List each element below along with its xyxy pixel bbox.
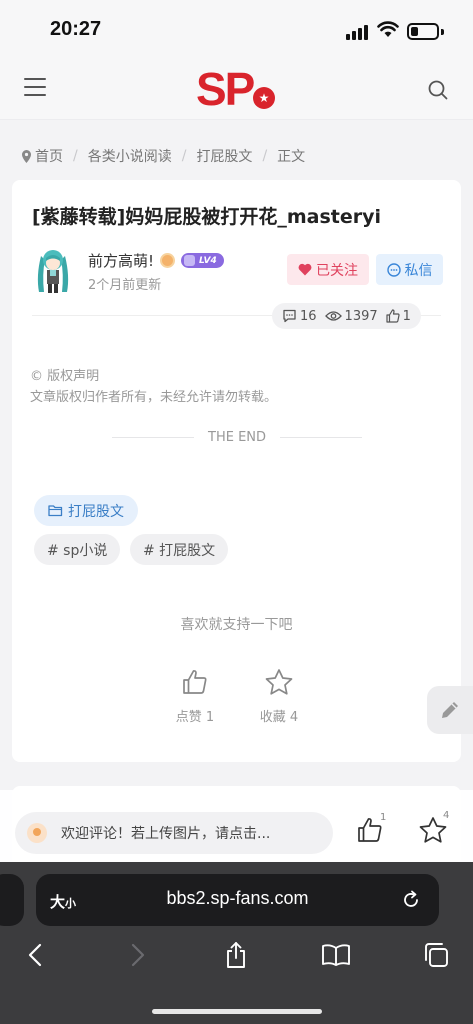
thumbs-up-icon <box>183 670 207 694</box>
breadcrumb-current: 正文 <box>277 149 306 165</box>
copyright-notice: © 版权声明 文章版权归作者所有，未经允许请勿转载。 <box>30 366 277 408</box>
battery-icon <box>407 23 439 40</box>
message-icon <box>386 262 401 277</box>
breadcrumb-category[interactable]: 打屁股文 <box>196 146 252 166</box>
tag-spanking[interactable]: # 打屁股文 <box>130 534 229 565</box>
category-tag[interactable]: 打屁股文 <box>34 495 138 526</box>
folder-icon <box>48 505 63 517</box>
favorite-button[interactable]: 收藏 4 <box>256 668 302 725</box>
copyright-text: 文章版权归作者所有，未经允许请勿转载。 <box>30 390 278 405</box>
address-bar[interactable]: 大小 bbs2.sp-fans.com <box>36 874 439 926</box>
private-message-button[interactable]: 私信 <box>376 254 443 285</box>
updated-time: 2个月前更新 <box>88 278 162 293</box>
breadcrumb-home[interactable]: 首页 <box>35 146 63 166</box>
user-avatar <box>27 823 47 843</box>
chevron-left-icon <box>28 943 42 967</box>
share-icon <box>227 942 245 968</box>
home-indicator <box>152 1009 322 1014</box>
signal-icon <box>346 24 370 40</box>
post-stats: 16 1397 1 <box>272 303 421 329</box>
search-icon[interactable] <box>428 80 448 100</box>
hamburger-icon[interactable] <box>24 78 46 96</box>
level-badge: LV4 <box>181 253 224 268</box>
author-name[interactable]: 前方高萌! <box>88 250 154 271</box>
status-time: 20:27 <box>50 18 102 40</box>
url-text[interactable]: bbs2.sp-fans.com <box>36 888 439 909</box>
chevron-right-icon <box>131 943 145 967</box>
logo-star-icon: ★ <box>253 87 275 109</box>
tag-sp-novel[interactable]: # sp小说 <box>34 534 121 565</box>
comment-input[interactable]: 欢迎评论！若上传图片，请点击... <box>15 812 333 854</box>
like-button[interactable]: 点赞 1 <box>172 668 218 725</box>
previous-tab[interactable] <box>0 874 24 926</box>
edit-button[interactable] <box>427 686 473 734</box>
support-prompt: 喜欢就支持一下吧 <box>180 617 293 633</box>
favorite-label: 收藏 4 <box>259 710 299 725</box>
tabs-button[interactable] <box>421 940 451 970</box>
pencil-icon <box>442 702 458 718</box>
medal-icon <box>160 253 176 268</box>
comment-placeholder: 欢迎评论！若上传图片，请点击... <box>61 826 271 842</box>
breadcrumb: 首页 / 各类小说阅读 / 打屁股文 / 正文 <box>22 146 305 166</box>
thumbs-up-icon <box>386 309 400 323</box>
heart-icon <box>298 263 312 276</box>
end-marker: THE END <box>112 430 363 445</box>
forward-button[interactable] <box>123 940 153 970</box>
view-count: 1397 <box>324 309 378 324</box>
bar-favorite-count: 4 <box>443 810 450 821</box>
bar-like-button[interactable]: 1 <box>356 812 386 848</box>
bookmarks-button[interactable] <box>321 940 351 970</box>
reload-icon[interactable] <box>400 889 422 911</box>
author-line: 前方高萌! LV4 <box>88 250 224 271</box>
location-pin-icon <box>22 149 31 163</box>
end-text: THE END <box>208 430 267 445</box>
star-icon <box>265 669 293 695</box>
post-title: [紫藤转载]妈妈屁股被打开花_masteryi <box>32 206 382 228</box>
like-label: 点赞 1 <box>175 710 215 725</box>
site-header: SP ★ <box>0 58 473 120</box>
post-card: [紫藤转载]妈妈屁股被打开花_masteryi 前方高萌! LV4 2个月前更新… <box>12 180 461 762</box>
copyright-title: © 版权声明 <box>30 369 100 384</box>
site-logo[interactable]: SP <box>196 62 255 116</box>
breadcrumb-novels[interactable]: 各类小说阅读 <box>88 146 172 166</box>
bar-favorite-button[interactable]: 4 <box>418 810 449 848</box>
like-count: 1 <box>386 309 411 324</box>
share-button[interactable] <box>221 940 251 970</box>
follow-button[interactable]: 已关注 <box>287 254 369 285</box>
comment-icon <box>283 309 296 323</box>
level-text: LV4 <box>199 255 217 266</box>
status-bar: 20:27 <box>0 0 473 58</box>
wifi-icon <box>377 21 399 37</box>
bar-like-count: 1 <box>380 812 387 823</box>
comment-count: 16 <box>282 309 317 324</box>
book-icon <box>322 944 350 966</box>
browser-toolbar: 大小 bbs2.sp-fans.com <box>0 862 473 1024</box>
back-button[interactable] <box>20 940 50 970</box>
avatar[interactable] <box>32 246 74 294</box>
tabs-icon <box>425 943 448 967</box>
eye-icon <box>324 311 342 321</box>
level-gem-icon <box>184 255 196 266</box>
